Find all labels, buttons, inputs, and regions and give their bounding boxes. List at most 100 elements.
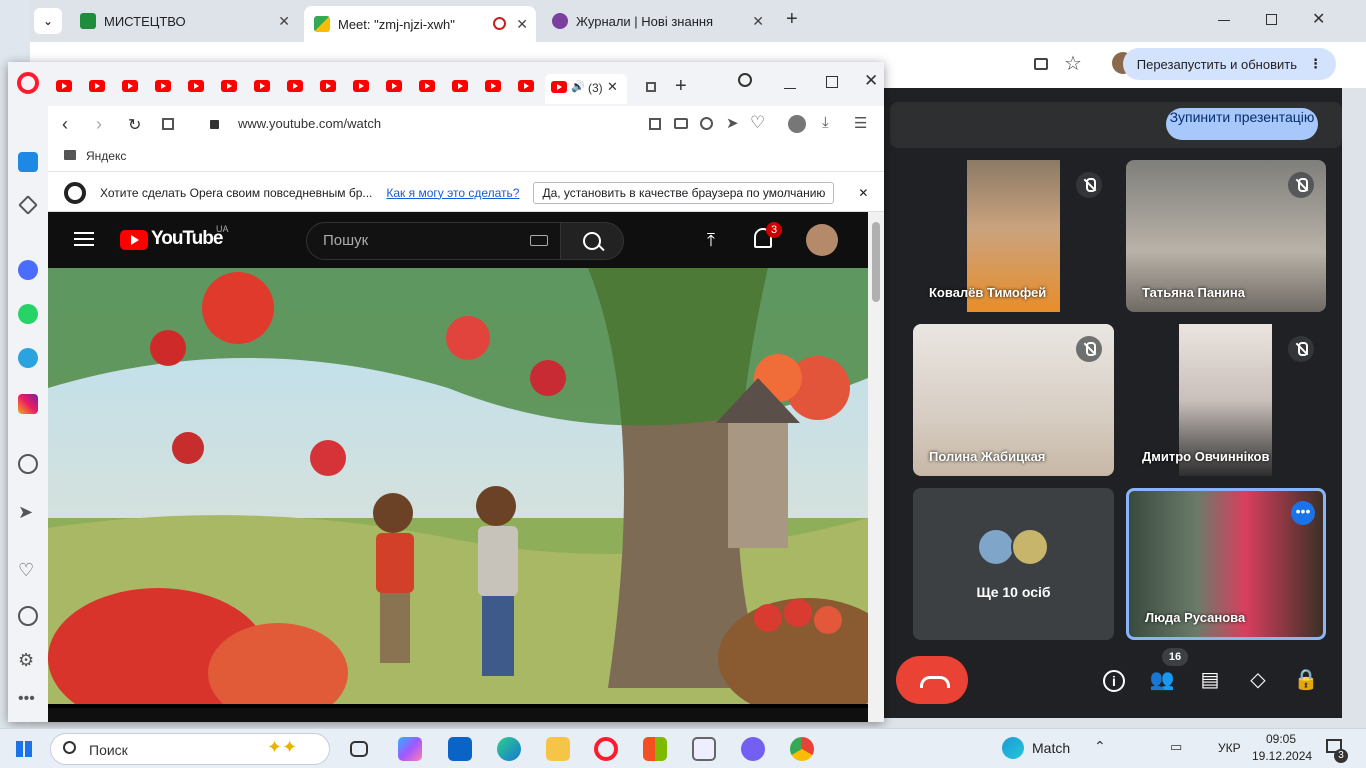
language-indicator[interactable]: УКР — [1218, 741, 1241, 755]
user-avatar[interactable] — [806, 224, 838, 256]
participant-tile[interactable]: Дмитро Овчинніков — [1126, 324, 1326, 476]
clock-time[interactable]: 09:05 — [1266, 732, 1296, 746]
camera-icon[interactable] — [1034, 58, 1048, 70]
host-controls-icon[interactable]: 🔒 — [1292, 666, 1320, 694]
menu-icon[interactable] — [74, 232, 94, 246]
easy-setup-icon[interactable]: ☰ — [854, 114, 867, 132]
bookmarks-icon[interactable] — [18, 195, 38, 215]
task-view-icon[interactable] — [350, 741, 368, 757]
youtube-tab-icon[interactable] — [353, 80, 369, 92]
start-icon[interactable] — [16, 741, 32, 757]
home-icon[interactable] — [18, 152, 38, 172]
settings-icon[interactable]: ⚙ — [18, 650, 38, 670]
active-tab[interactable]: 🔊 (3) ✕ — [545, 74, 627, 104]
tab-grid-icon[interactable] — [646, 82, 656, 92]
youtube-tab-icon[interactable] — [155, 80, 171, 92]
url-field[interactable]: www.youtube.com/watch — [238, 116, 381, 131]
youtube-tab-icon[interactable] — [221, 80, 237, 92]
heart-icon[interactable]: ♡ — [750, 113, 765, 133]
youtube-tab-icon[interactable] — [287, 80, 303, 92]
new-tab-icon[interactable]: + — [675, 75, 687, 98]
speaker-icon[interactable]: 🔊 — [571, 80, 585, 93]
youtube-tab-icon[interactable] — [56, 80, 72, 92]
download-icon[interactable]: ⤓ — [822, 114, 829, 131]
chat-icon[interactable]: ▤ — [1196, 666, 1224, 694]
minimize-icon[interactable] — [1218, 20, 1230, 21]
close-banner-icon[interactable]: ✕ — [858, 186, 868, 200]
send-icon[interactable]: ➤ — [18, 502, 38, 522]
close-window-icon[interactable]: ✕ — [864, 71, 878, 91]
bookmark-yandex[interactable]: Яндекс — [86, 149, 126, 163]
heart-icon[interactable]: ♡ — [18, 560, 38, 580]
close-icon[interactable]: ✕ — [516, 16, 528, 33]
youtube-tab-icon[interactable] — [485, 80, 501, 92]
player-icon[interactable] — [18, 454, 38, 474]
messenger-icon[interactable] — [18, 260, 38, 280]
youtube-tab-icon[interactable] — [122, 80, 138, 92]
new-tab-button[interactable]: + — [786, 8, 798, 31]
whatsapp-icon[interactable] — [18, 304, 38, 324]
others-tile[interactable]: Ще 10 осіб — [913, 488, 1114, 640]
explorer-icon[interactable] — [546, 737, 570, 761]
taskbar-search[interactable]: Поиск ✦✦ — [50, 733, 330, 765]
youtube-tab-icon[interactable] — [518, 80, 534, 92]
chrome-taskbar-icon[interactable] — [790, 737, 814, 761]
more-options-icon[interactable]: ••• — [1291, 501, 1315, 525]
video-player[interactable] — [48, 268, 868, 708]
close-icon[interactable]: ✕ — [752, 13, 764, 30]
share-icon[interactable] — [649, 118, 661, 130]
youtube-tab-icon[interactable] — [419, 80, 435, 92]
maximize-icon[interactable] — [1266, 14, 1277, 25]
forward-icon[interactable]: › — [96, 114, 102, 135]
participant-tile[interactable]: Татьяна Панина — [1126, 160, 1326, 312]
scrollbar-thumb[interactable] — [872, 222, 880, 302]
back-icon[interactable]: ‹ — [62, 114, 68, 135]
search-icon[interactable] — [738, 73, 752, 87]
participant-tile[interactable]: Ковалёв Тимофей — [913, 160, 1114, 312]
set-default-button[interactable]: Да, установить в качестве браузера по ум… — [533, 181, 835, 204]
tab-search-button[interactable]: ⌄ — [34, 8, 62, 34]
close-icon[interactable]: ✕ — [278, 13, 290, 30]
network-icon[interactable]: ▭ — [1170, 739, 1182, 755]
people-icon[interactable]: 👥 — [1148, 666, 1176, 694]
youtube-tab-icon[interactable] — [89, 80, 105, 92]
close-window-icon[interactable]: ✕ — [1312, 9, 1325, 29]
youtube-tab-icon[interactable] — [188, 80, 204, 92]
weather-icon[interactable] — [1002, 737, 1024, 759]
edge-icon[interactable] — [497, 737, 521, 761]
weather-label[interactable]: Match — [1032, 740, 1070, 756]
send-icon[interactable]: ➤ — [726, 114, 739, 132]
banner-link[interactable]: Как я могу это сделать? — [386, 186, 519, 200]
tab-meet[interactable]: Meet: "zmj-njzi-xwh" ✕ — [304, 6, 536, 42]
adblock-icon[interactable] — [700, 117, 713, 130]
maximize-icon[interactable] — [826, 76, 838, 88]
activities-icon[interactable]: ◇ — [1244, 666, 1272, 694]
remote-icon[interactable] — [692, 737, 716, 761]
history-icon[interactable] — [18, 606, 38, 626]
telegram-icon[interactable] — [18, 348, 38, 368]
star-icon[interactable]: ☆ — [1064, 51, 1082, 76]
mail-icon[interactable] — [448, 737, 472, 761]
account-icon[interactable] — [788, 115, 806, 133]
info-icon[interactable]: i — [1100, 666, 1128, 694]
stop-presentation-button[interactable]: Зупинити презентацію — [1166, 108, 1318, 140]
reload-icon[interactable]: ↻ — [128, 115, 141, 135]
upload-icon[interactable]: ⤒ — [707, 230, 715, 251]
instagram-icon[interactable] — [18, 394, 38, 414]
restart-update-button[interactable]: Перезапустить и обновить ⋮ — [1122, 48, 1336, 80]
search-input[interactable]: Пошук — [306, 222, 562, 260]
tab-journal[interactable]: Журнали | Нові знання ✕ — [542, 6, 772, 36]
copilot-icon[interactable] — [398, 737, 422, 761]
scrollbar[interactable] — [868, 212, 884, 722]
snapshot-icon[interactable] — [674, 118, 688, 129]
more-icon[interactable]: ⋮ — [1309, 56, 1322, 72]
opera-logo-icon[interactable] — [17, 72, 39, 94]
youtube-logo-icon[interactable] — [120, 230, 148, 250]
close-icon[interactable]: ✕ — [607, 79, 618, 95]
youtube-tab-icon[interactable] — [320, 80, 336, 92]
keyboard-icon[interactable] — [530, 235, 548, 246]
tray-chevron-icon[interactable]: ⌃ — [1094, 738, 1106, 755]
youtube-tab-icon[interactable] — [254, 80, 270, 92]
end-call-button[interactable] — [896, 656, 968, 704]
youtube-tab-icon[interactable] — [386, 80, 402, 92]
